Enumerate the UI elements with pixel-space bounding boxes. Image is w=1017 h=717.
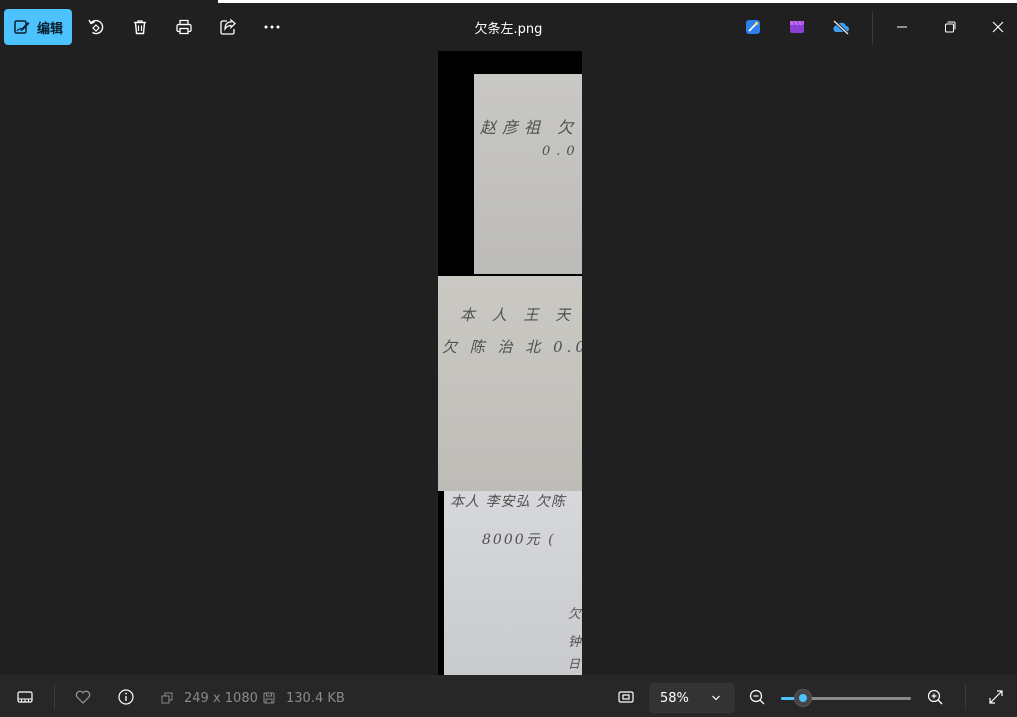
note3-line4: 钟 bbox=[568, 631, 582, 650]
zoom-in-icon bbox=[927, 689, 943, 705]
titlebar-divider bbox=[872, 12, 873, 44]
zoom-out-icon bbox=[749, 689, 765, 705]
close-icon bbox=[992, 21, 1004, 33]
delete-icon bbox=[134, 20, 146, 35]
note3-line1: 本人 李安弘 欠陈 bbox=[450, 494, 566, 510]
zoom-in-button[interactable] bbox=[921, 683, 949, 711]
edit-button-label: 编辑 bbox=[36, 21, 63, 37]
actual-size-button[interactable] bbox=[612, 683, 640, 711]
clipchamp-button[interactable] bbox=[781, 11, 813, 43]
zoom-level-dropdown[interactable]: 58% bbox=[649, 683, 735, 713]
note-photo-3: 本人 李安弘 欠陈 8000元 ( 欠 钟 日 bbox=[444, 491, 582, 675]
edit-button[interactable]: 编辑 bbox=[4, 9, 72, 45]
note3-line2: 8000元 ( bbox=[482, 532, 556, 548]
print-icon bbox=[176, 19, 192, 35]
info-icon bbox=[118, 689, 134, 705]
more-icon bbox=[264, 25, 280, 29]
title-bar: 编辑 欠条左.png bbox=[0, 3, 1017, 51]
note2-line1: 本 人 王 天 丰 bbox=[460, 306, 582, 324]
image-dimensions: 249 x 1080 bbox=[184, 691, 258, 706]
clipchamp-icon bbox=[790, 20, 804, 33]
dimensions-icon bbox=[161, 692, 173, 704]
note-photo-1: 赵彦祖 欠 0.07 bbox=[474, 74, 582, 274]
expand-icon bbox=[989, 690, 1003, 704]
zoom-out-button[interactable] bbox=[743, 683, 771, 711]
restore-button[interactable] bbox=[934, 11, 966, 43]
share-button[interactable] bbox=[212, 11, 244, 43]
designer-button[interactable] bbox=[737, 11, 769, 43]
onedrive-off-icon bbox=[832, 19, 850, 36]
delete-button[interactable] bbox=[124, 11, 156, 43]
filmstrip-button[interactable] bbox=[11, 683, 39, 711]
zoom-slider-thumb[interactable] bbox=[794, 689, 812, 707]
file-size: 130.4 KB bbox=[286, 691, 345, 706]
close-button[interactable] bbox=[982, 11, 1014, 43]
share-icon bbox=[220, 18, 236, 35]
more-button[interactable] bbox=[256, 11, 288, 43]
statusbar-divider-1 bbox=[54, 684, 55, 710]
note3-line5: 日 bbox=[568, 655, 582, 672]
note1-line1: 赵彦祖 欠 bbox=[480, 118, 580, 137]
fit-screen-icon bbox=[618, 691, 634, 703]
info-button[interactable] bbox=[112, 683, 140, 711]
fullscreen-button[interactable] bbox=[982, 683, 1010, 711]
note2-line2: 欠 陈 治 北 0.0 bbox=[442, 338, 582, 356]
statusbar-divider-2 bbox=[965, 684, 966, 710]
zoom-level-value: 58% bbox=[660, 690, 689, 706]
status-bar: 249 x 1080 130.4 KB 58% bbox=[0, 675, 1017, 717]
rotate-icon bbox=[88, 19, 104, 35]
onedrive-button[interactable] bbox=[825, 11, 857, 43]
print-button[interactable] bbox=[168, 11, 200, 43]
minimize-button[interactable] bbox=[886, 11, 918, 43]
photo-image: 赵彦祖 欠 0.07 本 人 王 天 丰 欠 陈 治 北 0.0 本人 李安弘 … bbox=[438, 51, 582, 675]
rotate-button[interactable] bbox=[80, 11, 112, 43]
filmstrip-icon bbox=[17, 691, 33, 703]
zoom-slider[interactable] bbox=[781, 689, 911, 707]
designer-icon bbox=[746, 20, 760, 34]
note-photo-2: 本 人 王 天 丰 欠 陈 治 北 0.0 bbox=[438, 276, 582, 491]
favorite-button[interactable] bbox=[69, 683, 97, 711]
restore-icon bbox=[945, 21, 956, 33]
chevron-down-icon bbox=[712, 695, 720, 701]
image-canvas[interactable]: 赵彦祖 欠 0.07 本 人 王 天 丰 欠 陈 治 北 0.0 本人 李安弘 … bbox=[0, 51, 1017, 675]
heart-icon bbox=[75, 690, 91, 704]
save-size-icon bbox=[263, 692, 275, 704]
note3-line3: 欠 bbox=[568, 603, 582, 622]
minimize-icon bbox=[897, 26, 907, 28]
note1-line2: 0.07 bbox=[542, 144, 582, 159]
edit-icon bbox=[14, 20, 30, 34]
